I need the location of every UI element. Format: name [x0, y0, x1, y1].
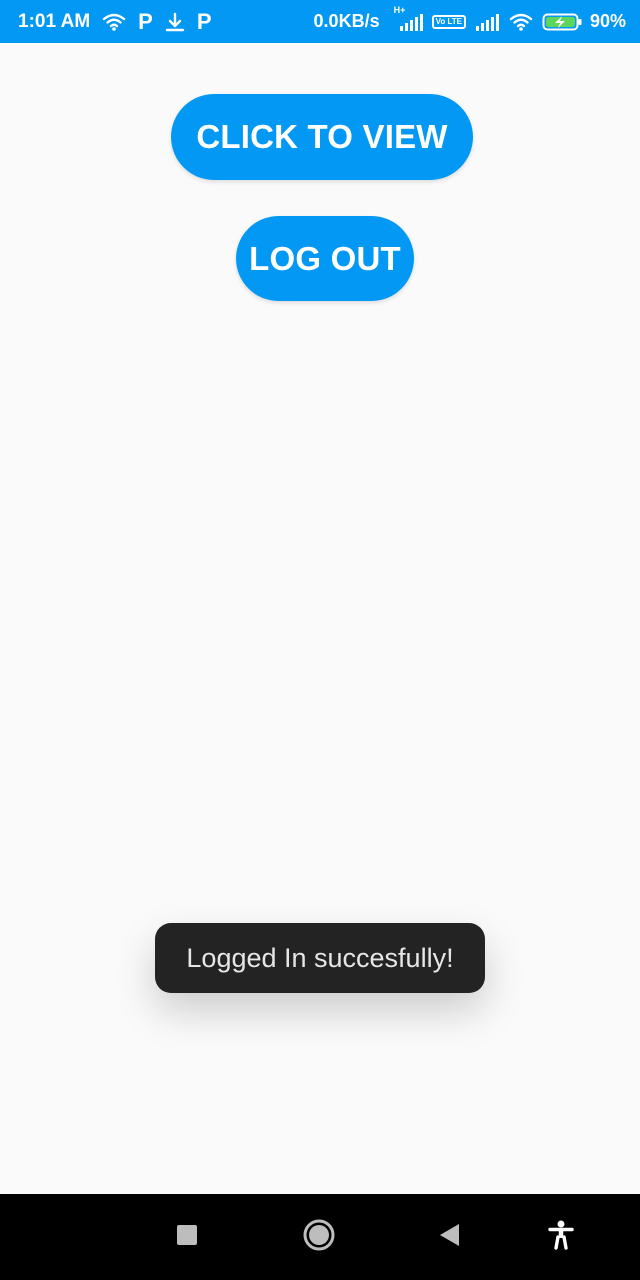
- click-to-view-button[interactable]: CLICK TO VIEW: [171, 94, 473, 180]
- recents-button[interactable]: [164, 1214, 210, 1260]
- home-button[interactable]: [296, 1214, 342, 1260]
- accessibility-button[interactable]: [538, 1214, 584, 1260]
- toast-text: Logged In succesfully!: [186, 942, 454, 973]
- network-speed: 0.0KB/s: [313, 11, 380, 31]
- battery-percentage: 90%: [589, 11, 626, 31]
- wifi-icon: [508, 12, 534, 32]
- status-bar: 1:01 AM P P 0.0KB/s H+ Vo LTE 90%: [0, 0, 640, 43]
- battery-charging-icon: [542, 12, 582, 32]
- navigation-bar: [0, 1194, 640, 1280]
- recents-icon: [176, 1224, 198, 1251]
- app-screen: 1:01 AM P P 0.0KB/s H+ Vo LTE 90% CLICK …: [0, 0, 640, 1280]
- wifi-icon: [102, 12, 126, 32]
- toast-message: Logged In succesfully!: [155, 923, 485, 993]
- network-type-label: H+: [393, 4, 406, 15]
- accessibility-icon: [548, 1220, 574, 1255]
- status-time: 1:01 AM: [18, 10, 91, 32]
- back-icon: [437, 1222, 461, 1253]
- status-bar-left: 1:01 AM P P: [18, 8, 212, 34]
- download-icon: [165, 12, 185, 32]
- status-bar-right: 0.0KB/s H+ Vo LTE 90%: [313, 5, 626, 32]
- home-icon: [302, 1218, 336, 1257]
- signal-icon: [474, 12, 500, 32]
- p-app-icon: P: [138, 8, 153, 34]
- log-out-button[interactable]: LOG OUT: [236, 216, 414, 301]
- p-app-icon: P: [196, 8, 212, 34]
- signal-icon: H+: [394, 5, 424, 32]
- volte-icon: Vo LTE: [431, 14, 466, 29]
- back-button[interactable]: [426, 1214, 472, 1260]
